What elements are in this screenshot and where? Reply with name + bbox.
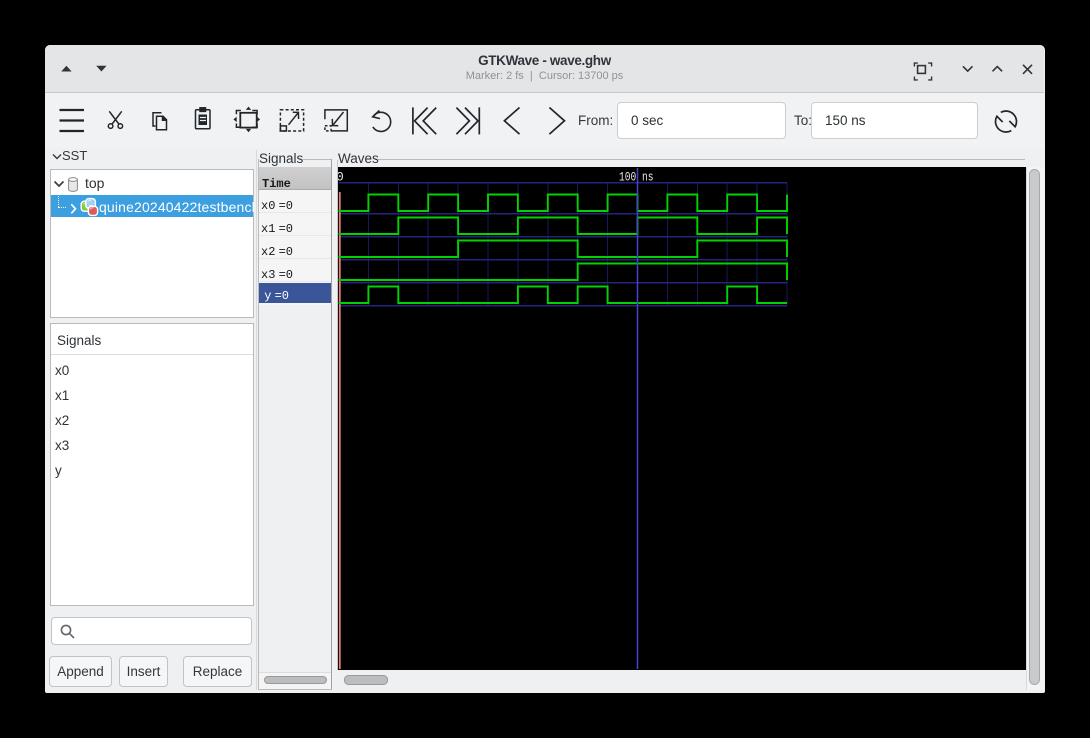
svg-text:0: 0 — [338, 169, 344, 184]
svg-text:100 ns: 100 ns — [619, 169, 654, 184]
